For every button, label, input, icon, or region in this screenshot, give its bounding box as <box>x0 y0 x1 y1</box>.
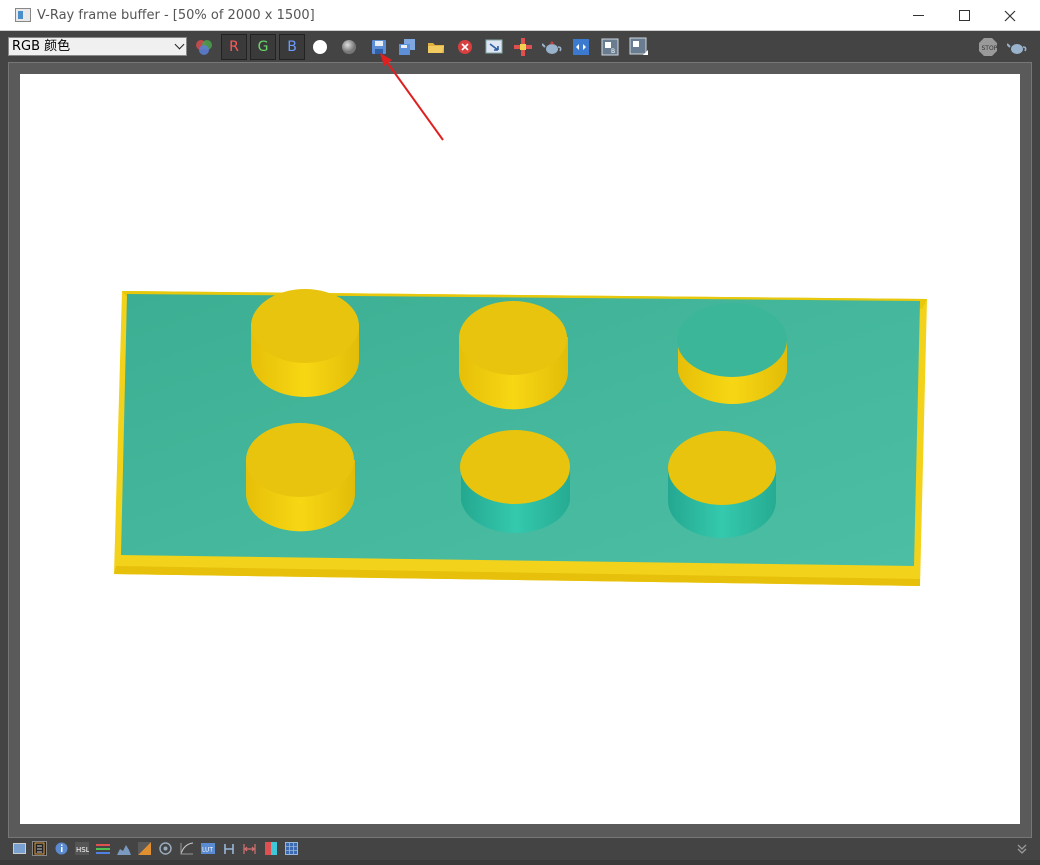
channel-select[interactable]: RGB 颜色 <box>8 37 187 56</box>
exposure-icon <box>138 842 151 855</box>
histogram-button[interactable] <box>116 841 131 856</box>
histogram-icon <box>116 844 131 855</box>
bottom-toolbar: HSL LUT <box>0 838 1040 860</box>
stud-2 <box>459 301 568 410</box>
levels-button[interactable] <box>95 841 110 856</box>
stereo-red-cyan-button[interactable] <box>263 841 278 856</box>
toolbar: RGB 颜色 R G B B STOP <box>0 31 1040 61</box>
double-chevron-down-icon <box>1017 844 1026 854</box>
folder-icon <box>428 43 444 53</box>
history-icon <box>34 842 45 855</box>
color-circles-icon <box>196 40 212 55</box>
close-icon <box>1004 10 1016 21</box>
grid-icon <box>285 842 298 855</box>
teapot-icon <box>542 41 562 54</box>
pixel-aspect-button[interactable] <box>284 841 299 856</box>
lut-icon: LUT <box>200 842 215 854</box>
lens-effects-button[interactable] <box>570 36 592 58</box>
color-correction-hsl-button[interactable]: HSL <box>74 841 89 856</box>
save-button[interactable] <box>368 36 390 58</box>
compare-b-icon <box>629 37 648 55</box>
channel-select-value: RGB 颜色 <box>12 39 71 54</box>
info-button[interactable] <box>54 841 69 856</box>
svg-text:STOP: STOP <box>982 45 998 52</box>
stud-5 <box>460 430 570 534</box>
maximize-icon <box>958 10 970 21</box>
lens-icon <box>573 39 589 55</box>
red-channel-button[interactable]: R <box>221 34 247 60</box>
curve-icon <box>180 842 193 855</box>
region-render-button[interactable] <box>512 36 534 58</box>
white-balance-icon <box>159 842 172 855</box>
horizontal-flip-button[interactable] <box>242 841 257 856</box>
window-title: V-Ray frame buffer - [50% of 2000 x 1500… <box>37 8 315 23</box>
stop-render-button[interactable]: STOP <box>977 36 999 58</box>
white-circle-icon <box>313 40 327 54</box>
chevron-down-icon <box>174 39 185 50</box>
vray-frame-buffer-window: V-Ray frame buffer - [50% of 2000 x 1500… <box>0 0 1040 865</box>
rendered-image <box>20 74 1020 824</box>
window-icon <box>13 843 26 854</box>
maximize-button[interactable] <box>941 0 987 31</box>
blue-channel-button[interactable]: B <box>279 34 305 60</box>
stereo-icon <box>264 842 277 855</box>
lut-button[interactable]: LUT <box>200 841 215 856</box>
minimize-button[interactable] <box>895 0 941 31</box>
alpha-channel-button[interactable] <box>309 36 331 58</box>
render-scene <box>114 289 927 586</box>
stud-3 <box>677 303 787 405</box>
svg-text:HSL: HSL <box>76 846 89 854</box>
clear-icon <box>458 40 472 54</box>
flip-icon <box>243 843 256 854</box>
close-button[interactable] <box>987 0 1033 31</box>
green-channel-button[interactable]: G <box>250 34 276 60</box>
stud-1 <box>251 289 359 397</box>
monochrome-button[interactable] <box>338 36 360 58</box>
expand-panel-button[interactable] <box>1014 841 1029 856</box>
compare-b-button[interactable] <box>628 36 650 58</box>
h-button[interactable] <box>221 841 236 856</box>
vfb-history-button[interactable] <box>32 841 47 856</box>
teapot-icon <box>1007 43 1027 54</box>
exposure-button[interactable] <box>137 841 152 856</box>
info-icon <box>55 842 68 855</box>
svg-text:LUT: LUT <box>202 846 213 853</box>
load-image-button[interactable] <box>425 36 447 58</box>
render-last-button[interactable] <box>541 36 563 58</box>
cross-arrows-icon <box>514 38 532 56</box>
bottom-strip <box>0 860 1040 865</box>
save-all-button[interactable] <box>396 36 418 58</box>
title-bar: V-Ray frame buffer - [50% of 2000 x 1500… <box>0 0 1040 31</box>
h-icon <box>223 843 234 854</box>
save-all-icon <box>399 39 415 55</box>
stud-6 <box>668 431 776 538</box>
stop-icon: STOP <box>979 38 998 56</box>
hsl-icon: HSL <box>74 842 89 855</box>
compare-a-button[interactable]: B <box>599 36 621 58</box>
track-mouse-button[interactable] <box>483 36 505 58</box>
save-icon <box>372 40 386 54</box>
white-balance-button[interactable] <box>158 841 173 856</box>
copy-to-max-icon <box>485 39 503 54</box>
clear-image-button[interactable] <box>454 36 476 58</box>
svg-text:B: B <box>611 48 615 55</box>
render-button[interactable] <box>1006 36 1028 58</box>
image-viewport[interactable] <box>8 62 1032 838</box>
color-balance-button[interactable] <box>193 36 215 58</box>
levels-icon <box>95 843 110 854</box>
app-icon <box>15 8 31 22</box>
gray-circle-icon <box>342 40 356 54</box>
curve-button[interactable] <box>179 841 194 856</box>
display-window-button[interactable] <box>12 841 27 856</box>
minimize-icon <box>912 15 924 16</box>
compare-a-icon: B <box>601 38 619 56</box>
stud-4 <box>246 423 355 532</box>
